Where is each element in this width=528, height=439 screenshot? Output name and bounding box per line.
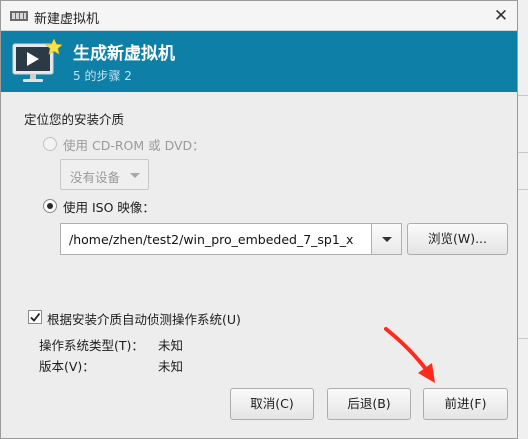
cancel-button[interactable]: 取消(C) [230,388,314,420]
wizard-title: 生成新虚拟机 [73,44,175,64]
chevron-down-icon [130,173,140,178]
close-icon[interactable]: ✕ [491,6,511,26]
cdrom-device-select[interactable]: 没有设备 [60,159,149,190]
checkmark-icon [30,312,41,322]
wizard-step: 5 的步骤 2 [73,69,132,83]
virt-manager-app-icon [10,11,28,21]
iso-path-dropdown-button[interactable] [371,223,402,255]
browse-button[interactable]: 浏览(W)... [407,223,508,255]
iso-radio-label: 使用 ISO 映像： [63,200,155,215]
wizard-content: 定位您的安装介质 使用 CD-ROM 或 DVD： 没有设备 使用 ISO 映像… [1,92,517,439]
cdrom-radio[interactable] [43,137,57,151]
window-title: 新建虚拟机 [34,12,100,27]
back-button[interactable]: 后退(B) [327,388,411,420]
os-version-label: 版本(V)： [39,359,95,374]
os-version-value: 未知 [158,359,184,374]
chevron-down-icon [382,237,392,242]
auto-detect-os-checkbox[interactable] [28,310,42,324]
os-type-value: 未知 [158,338,184,353]
iso-path-field[interactable] [60,223,371,255]
cdrom-device-value: 没有设备 [70,170,121,185]
cdrom-radio-label: 使用 CD-ROM 或 DVD： [63,138,205,153]
auto-detect-os-label: 根据安装介质自动侦测操作系统(U) [47,312,241,327]
new-vm-monitor-icon [12,39,62,82]
wizard-banner: 生成新虚拟机 5 的步骤 2 [1,31,517,92]
title-bar: 新建虚拟机 ✕ [1,1,517,31]
os-type-label: 操作系统类型(T)： [39,338,144,353]
new-vm-dialog: 新建虚拟机 ✕ 生成新虚拟机 5 的步骤 2 定位您的安装介质 使用 CD-RO… [0,0,518,439]
forward-button[interactable]: 前进(F) [423,388,508,420]
background-window-right-edge [517,0,528,439]
iso-radio[interactable] [43,199,57,213]
iso-path-input[interactable] [61,224,371,254]
install-media-heading: 定位您的安装介质 [24,112,125,127]
